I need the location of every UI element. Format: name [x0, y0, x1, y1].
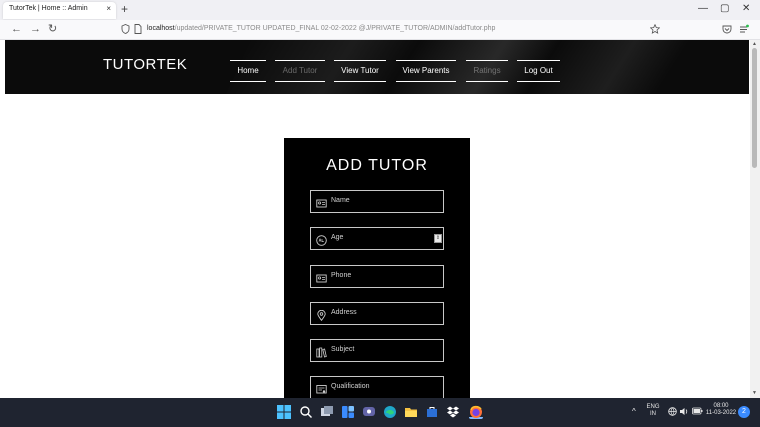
region-code: IN — [650, 411, 656, 417]
clock-time: 08:00 — [713, 403, 729, 409]
name-field[interactable]: Name — [310, 190, 444, 213]
file-explorer-icon[interactable] — [404, 405, 418, 419]
volume-icon[interactable] — [679, 407, 689, 419]
browser-tab[interactable]: TutorTek | Home :: Admin × — [3, 2, 116, 19]
tray-overflow-icon[interactable]: ^ — [632, 407, 636, 417]
location-pin-icon — [316, 308, 327, 322]
browser-nav-bar: ← → ↻ localhost/updated/PRIVATE_TUTOR UP… — [0, 20, 760, 40]
address-placeholder: Address — [331, 309, 357, 316]
page-scrollbar[interactable]: ▲ ▼ — [750, 40, 760, 398]
nav-ratings[interactable]: Ratings — [466, 60, 508, 82]
clock[interactable]: 08:00 11-03-2022 — [705, 403, 737, 417]
nav-view-tutor[interactable]: View Tutor — [334, 60, 386, 82]
age-stepper[interactable]: ⇕ — [434, 234, 442, 243]
scroll-up-icon[interactable]: ▲ — [752, 41, 757, 47]
widgets-icon[interactable] — [341, 405, 355, 419]
clock-date: 11-03-2022 — [705, 410, 737, 416]
input-language[interactable]: ENG IN — [646, 404, 660, 418]
age-placeholder: Age — [331, 234, 344, 241]
qualification-field[interactable]: Qualification — [310, 376, 444, 398]
new-tab-button[interactable]: + — [121, 2, 128, 16]
battery-icon[interactable] — [692, 407, 703, 418]
bookmark-star-icon[interactable] — [649, 23, 661, 37]
edge-browser-icon[interactable] — [383, 405, 397, 419]
site-header: TUTORTEK Home Add Tutor View Tutor View … — [5, 40, 749, 94]
page-icon[interactable] — [134, 24, 142, 37]
tab-close-icon[interactable]: × — [106, 4, 111, 13]
qualification-placeholder: Qualification — [331, 383, 370, 390]
network-icon[interactable] — [668, 407, 677, 419]
add-tutor-form: ADD TUTOR Name Age ⇕ Phone Address Subje… — [284, 138, 470, 398]
name-placeholder: Name — [331, 197, 350, 204]
forward-icon[interactable]: → — [30, 23, 41, 36]
language-code: ENG — [646, 404, 660, 410]
subject-placeholder: Subject — [331, 346, 355, 353]
nav-add-tutor[interactable]: Add Tutor — [275, 60, 325, 82]
notification-badge[interactable]: 2 — [738, 406, 750, 418]
browser-tab-bar: TutorTek | Home :: Admin × + — ▢ ✕ — [0, 0, 760, 20]
restore-icon[interactable]: ▢ — [720, 3, 729, 15]
firefox-icon[interactable] — [469, 405, 483, 419]
os-taskbar: ^ ENG IN 08:00 11-03-2022 — [0, 398, 760, 427]
subject-field[interactable]: Subject — [310, 339, 444, 362]
reload-icon[interactable]: ↻ — [48, 23, 57, 36]
id-card-icon — [316, 271, 327, 283]
url-path: /updated/PRIVATE_TUTOR UPDATED_FINAL 02-… — [174, 25, 496, 32]
extensions-icon[interactable] — [739, 24, 749, 37]
store-icon[interactable] — [425, 405, 439, 419]
age-badge-icon — [316, 233, 327, 246]
close-window-icon[interactable]: ✕ — [742, 3, 750, 15]
minimize-icon[interactable]: — — [698, 3, 708, 15]
back-icon[interactable]: ← — [11, 23, 22, 36]
phone-placeholder: Phone — [331, 272, 352, 279]
scroll-thumb[interactable] — [752, 48, 757, 168]
page-viewport: TUTORTEK Home Add Tutor View Tutor View … — [0, 40, 750, 398]
address-bar[interactable]: localhost/updated/PRIVATE_TUTOR UPDATED_… — [147, 25, 495, 32]
shield-icon[interactable] — [121, 24, 130, 37]
nav-log-out[interactable]: Log Out — [517, 60, 560, 82]
age-field[interactable]: Age ⇕ — [310, 227, 444, 250]
form-title: ADD TUTOR — [326, 157, 428, 174]
task-view-icon[interactable] — [320, 405, 334, 419]
site-brand[interactable]: TUTORTEK — [103, 56, 187, 73]
tab-title: TutorTek | Home :: Admin — [9, 5, 88, 12]
pocket-icon[interactable] — [722, 24, 732, 37]
chat-icon[interactable] — [362, 405, 376, 419]
search-icon[interactable] — [299, 405, 313, 419]
url-host: localhost — [147, 25, 175, 32]
start-icon[interactable] — [277, 405, 291, 419]
id-card-icon — [316, 196, 327, 208]
dropbox-icon[interactable] — [446, 405, 460, 419]
certificate-icon — [316, 382, 327, 394]
address-field[interactable]: Address — [310, 302, 444, 325]
books-icon — [316, 345, 327, 358]
nav-home[interactable]: Home — [230, 60, 266, 82]
phone-field[interactable]: Phone — [310, 265, 444, 288]
nav-view-parents[interactable]: View Parents — [396, 60, 456, 82]
scroll-down-icon[interactable]: ▼ — [752, 390, 757, 396]
